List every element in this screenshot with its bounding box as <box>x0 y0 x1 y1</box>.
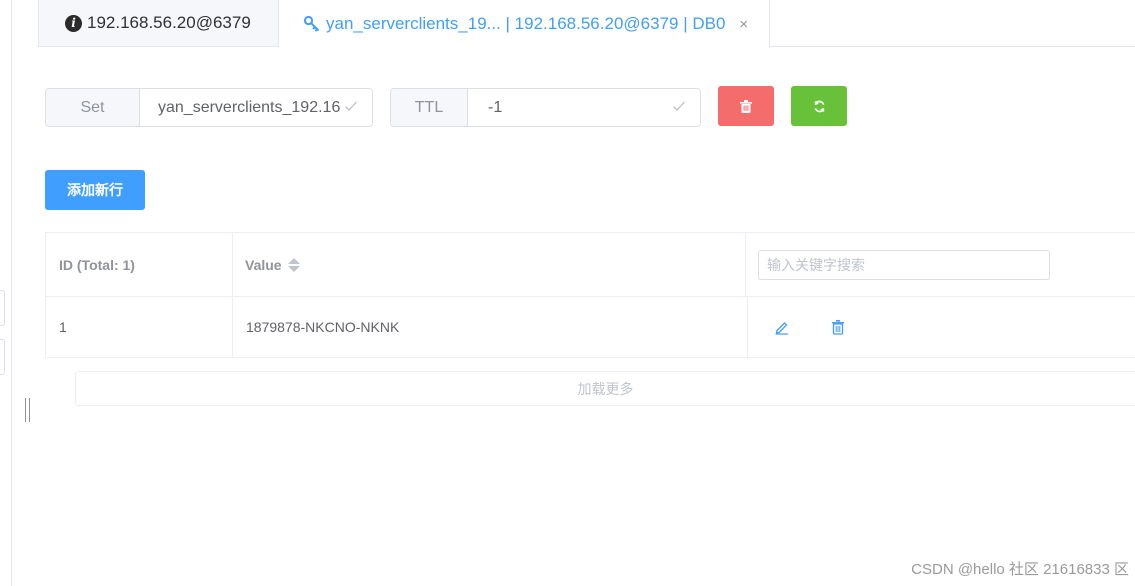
tab-key-label: yan_serverclients_19... | 192.168.56.20@… <box>326 14 726 33</box>
left-panel-handle-top[interactable] <box>0 290 5 326</box>
refresh-button[interactable] <box>791 86 847 126</box>
check-icon <box>673 101 686 112</box>
column-header-search <box>746 233 1135 296</box>
ttl-value: -1 <box>488 98 503 116</box>
ttl-input[interactable]: -1 <box>468 89 700 126</box>
key-type-label: Set <box>46 89 140 126</box>
watermark: CSDN @hello 社区 21616833 区 <box>911 561 1129 578</box>
table-header-row: ID (Total: 1) Value <box>46 233 1135 297</box>
key-name-value: yan_serverclients_192.16 <box>158 98 341 116</box>
edit-icon[interactable] <box>774 319 790 335</box>
info-icon: i <box>65 14 82 32</box>
tab-key-detail[interactable]: yan_serverclients_19... | 192.168.56.20@… <box>279 0 770 48</box>
search-input[interactable] <box>758 249 1050 280</box>
row-actions-cell <box>748 297 1135 357</box>
resize-handle[interactable] <box>25 398 30 422</box>
left-panel-handle-bottom[interactable] <box>0 339 5 375</box>
key-icon <box>303 15 321 33</box>
tab-connection-label: 192.168.56.20@6379 <box>87 13 251 32</box>
key-name-group: Set yan_serverclients_192.16 <box>45 88 373 127</box>
tabs-bar: i 192.168.56.20@6379 yan_serverclients_1… <box>38 0 1135 48</box>
load-more-button[interactable]: 加载更多 <box>75 371 1135 406</box>
row-id-cell: 1 <box>46 297 233 357</box>
trash-icon <box>740 99 752 113</box>
tab-connection-info[interactable]: i 192.168.56.20@6379 <box>38 0 279 47</box>
check-icon <box>345 101 358 112</box>
ttl-group: TTL -1 <box>390 88 701 127</box>
column-header-value-label: Value <box>245 256 282 273</box>
delete-key-button[interactable] <box>718 86 774 126</box>
close-icon[interactable]: × <box>739 16 748 33</box>
left-panel-divider <box>11 0 12 586</box>
value-table: ID (Total: 1) Value 1 1879878-NKCNO-NKNK <box>45 232 1135 358</box>
refresh-icon <box>814 100 824 112</box>
sort-icon[interactable] <box>287 257 300 272</box>
key-name-input[interactable]: yan_serverclients_192.16 <box>140 89 372 126</box>
column-header-id: ID (Total: 1) <box>46 233 233 296</box>
table-row: 1 1879878-NKCNO-NKNK <box>46 297 1135 358</box>
ttl-label: TTL <box>391 89 468 126</box>
trash-icon[interactable] <box>830 319 846 335</box>
column-header-value[interactable]: Value <box>233 233 746 296</box>
row-value-cell: 1879878-NKCNO-NKNK <box>234 297 748 357</box>
add-row-button[interactable]: 添加新行 <box>45 170 145 210</box>
